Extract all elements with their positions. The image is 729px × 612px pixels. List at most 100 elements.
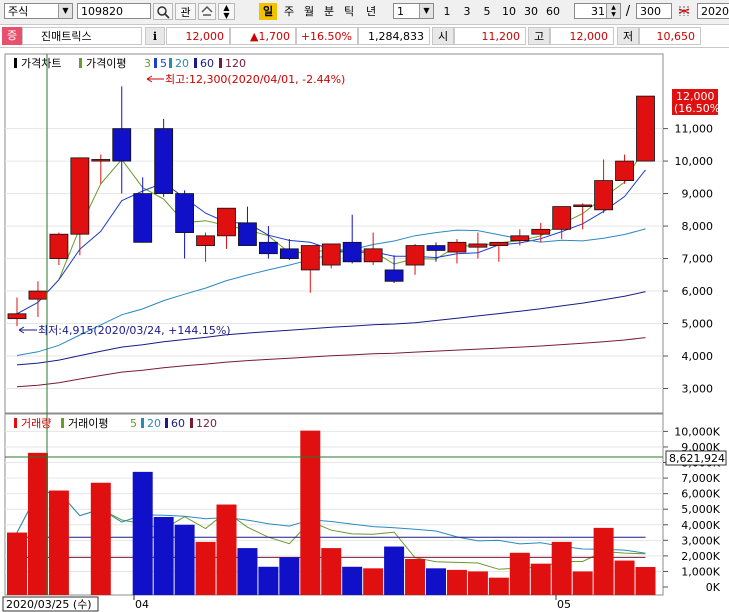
search-button[interactable]	[153, 3, 173, 20]
price-change: ▲1,700	[230, 27, 296, 45]
total-count-input[interactable]: 300	[636, 3, 672, 19]
interval-5[interactable]: 5	[480, 3, 494, 20]
candle-body	[447, 241, 467, 253]
volume-y-tick-label: 3,000K	[681, 534, 720, 547]
current-price: 12,000	[166, 27, 230, 45]
legend-vol-ma-20: 20	[147, 417, 161, 430]
legend-vol-ma-title: 거래이평	[68, 417, 108, 430]
price-y-tick-label: 4,000	[682, 350, 714, 363]
magnifier-icon	[157, 6, 170, 19]
candle-body	[384, 269, 404, 282]
price-y-axis: 11,000 10,000 9,000 8,000 7,000 6,000 5,000 4,0…	[663, 123, 713, 396]
candle-body	[636, 95, 655, 162]
legend-price-title: 가격차트	[21, 57, 61, 70]
candle-body	[175, 193, 195, 233]
date-input[interactable]: 2020/	[697, 3, 729, 19]
open-price-value: 11,200	[481, 30, 521, 43]
candle-body	[468, 243, 488, 248]
legend-ma-title: 가격이평	[86, 57, 126, 70]
current-volume-tag-text: 8,621,924	[669, 452, 725, 465]
stock-code-value: 109820	[81, 5, 123, 18]
stock-info-button-label: i	[152, 30, 158, 43]
interval-3[interactable]: 3	[460, 3, 474, 20]
trade-volume: 1,284,833	[358, 27, 430, 45]
stock-chart[interactable]: 11,000 10,000 9,000 8,000 7,000 6,000 5,000 4,0…	[0, 48, 729, 612]
volume-bar	[363, 568, 384, 595]
legend-marker-price	[14, 58, 17, 68]
market-select-value: 주식	[8, 5, 29, 18]
candle-body	[615, 160, 634, 181]
interval-30-label: 30	[524, 5, 538, 18]
period-tab-tick-label: 틱	[343, 5, 355, 18]
legend-ma-60: 60	[200, 57, 214, 70]
candle-body	[363, 248, 383, 263]
legend-vol-ma-120: 120	[196, 417, 217, 430]
legend-ma-5: 5	[160, 57, 167, 70]
candle-body	[279, 248, 299, 259]
stock-code-input[interactable]: 109820	[77, 3, 151, 19]
period-tab-tick[interactable]: 틱	[340, 3, 358, 20]
prev-next-stepper[interactable]: ▲ ▼	[218, 3, 235, 20]
chevron-down-icon[interactable]: ▼	[58, 4, 72, 18]
count-stepper-icon[interactable]: ▲ ▼	[606, 4, 620, 18]
market-select[interactable]: 주식 ▼	[4, 3, 73, 19]
price-y-tick-label: 11,000	[675, 123, 714, 136]
interval-60-label: 60	[546, 5, 560, 18]
interval-60[interactable]: 60	[544, 3, 562, 20]
price-change-value: ▲1,700	[250, 30, 290, 43]
price-y-tick-label: 6,000	[682, 285, 714, 298]
volume-y-tick-label: 2,000K	[681, 550, 720, 563]
date-input-value: 2020/	[701, 5, 729, 18]
interval-10[interactable]: 10	[500, 3, 518, 20]
volume-bar	[90, 482, 111, 595]
price-panel	[4, 53, 664, 414]
candle-body	[405, 245, 425, 266]
interval-1[interactable]: 1	[440, 3, 454, 20]
period-tab-month[interactable]: 월	[300, 3, 318, 20]
volume-bar	[572, 571, 593, 595]
volume-bar	[405, 558, 426, 595]
reset-zoom-button[interactable]	[676, 3, 692, 20]
market-tag: 증	[2, 27, 22, 45]
candle-body	[154, 128, 174, 194]
candle-body	[7, 313, 27, 320]
interval-select[interactable]: 1 ▼	[393, 3, 434, 19]
volume-bar	[593, 527, 614, 595]
period-tab-day[interactable]: 일	[259, 3, 277, 20]
volume-bar	[7, 532, 27, 595]
period-tab-minute[interactable]: 분	[320, 3, 338, 20]
legend-marker-ma60	[194, 58, 197, 68]
current-rate-tag-text: (16.50%)	[674, 102, 725, 115]
change-rate-value: +16.50%	[300, 30, 352, 43]
price-y-tick-label: 5,000	[682, 318, 714, 331]
favorite-button[interactable]: 관	[175, 3, 196, 20]
down-arrow-icon[interactable]: ▼	[219, 12, 234, 20]
volume-bar	[635, 567, 656, 595]
market-tag-label: 증	[6, 29, 18, 42]
volume-bar	[488, 577, 509, 595]
low-label: 저	[617, 27, 639, 45]
legend-marker-vol-ma60	[165, 418, 168, 428]
candle-body	[112, 128, 132, 162]
current-price-tag: 12,000 (16.50%)	[672, 89, 725, 115]
count-separator: /	[625, 4, 631, 19]
price-y-tick-label: 7,000	[682, 253, 714, 266]
candle-body	[531, 228, 551, 235]
stock-info-button[interactable]: i	[145, 27, 165, 45]
stock-name-label: 진매트릭스	[41, 30, 92, 43]
link-toggle-button[interactable]	[198, 3, 216, 20]
chevron-down-icon[interactable]: ▼	[419, 4, 433, 18]
max-annotation-text: 최고:12,300(2020/04/01, -2.44%)	[165, 73, 345, 86]
display-count-input[interactable]: 31 ▲ ▼	[574, 3, 621, 19]
candle-body	[49, 233, 69, 259]
interval-30[interactable]: 30	[522, 3, 540, 20]
high-label-text: 고	[533, 30, 545, 43]
legend-vol-ma-60: 60	[171, 417, 185, 430]
period-tab-year[interactable]: 년	[361, 3, 381, 20]
legend-marker-volume	[14, 418, 17, 428]
period-tab-week[interactable]: 주	[280, 3, 298, 20]
volume-y-tick-label: 4,000K	[681, 519, 720, 532]
volume-bar	[237, 548, 258, 595]
interval-1-label: 1	[443, 5, 451, 18]
favorite-button-label: 관	[180, 6, 191, 19]
